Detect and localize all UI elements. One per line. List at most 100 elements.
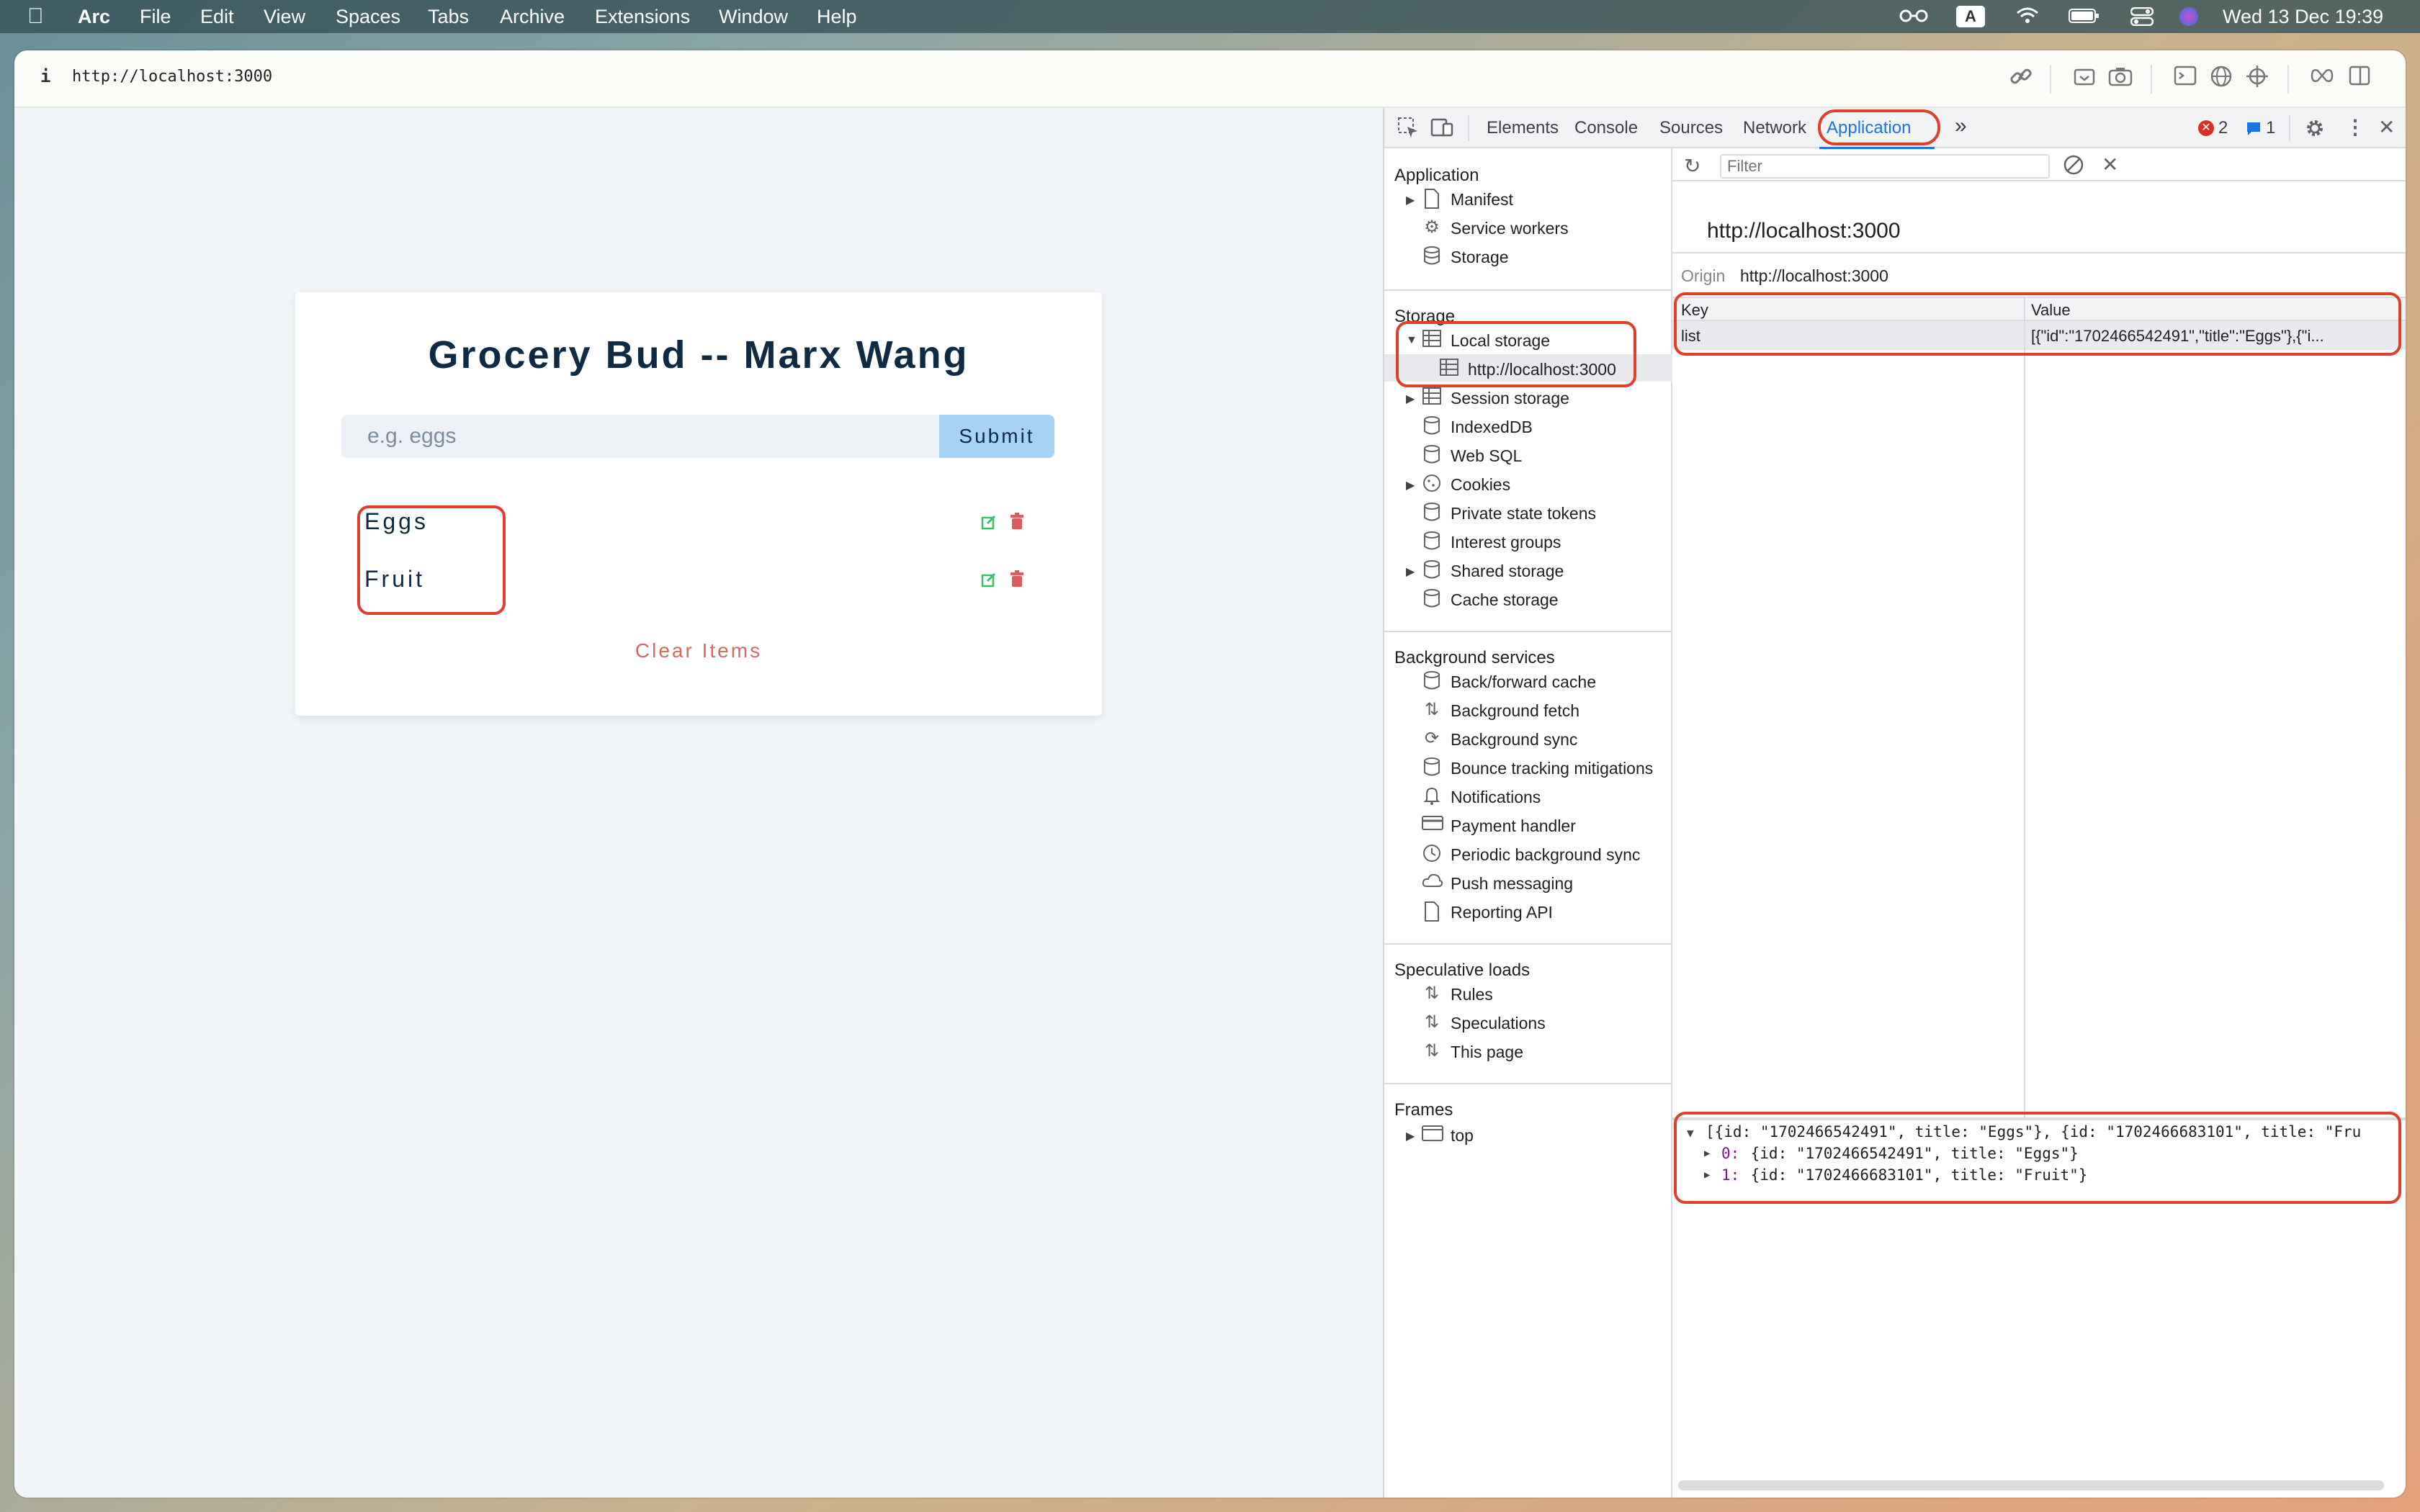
inspect-element-icon[interactable] xyxy=(1397,117,1419,143)
device-toolbar-icon[interactable] xyxy=(1430,117,1453,143)
up-down-arrows-icon: ⇅ xyxy=(1424,1012,1440,1032)
control-center-icon[interactable] xyxy=(2130,6,2154,31)
table-icon xyxy=(1422,387,1442,408)
sidebar-item-session-storage[interactable]: Session storage xyxy=(1451,389,1569,408)
trash-icon[interactable] xyxy=(1010,513,1026,530)
annotation-highlight-table xyxy=(1674,292,2401,356)
site-info-icon[interactable]: i xyxy=(40,66,50,86)
menu-help[interactable]: Help xyxy=(817,6,857,28)
menu-tabs[interactable]: Tabs xyxy=(428,6,469,28)
siri-icon[interactable] xyxy=(2179,7,2198,26)
sidebar-item-reporting-api[interactable]: Reporting API xyxy=(1451,903,1553,922)
tab-network[interactable]: Network xyxy=(1743,118,1806,138)
sidebar-item-manifest[interactable]: Manifest xyxy=(1451,190,1513,210)
link-icon[interactable] xyxy=(2007,65,2035,94)
error-icon[interactable]: ✕ xyxy=(2198,120,2214,136)
expand-triangle-icon[interactable]: ▶ xyxy=(1406,478,1415,492)
capture-icon[interactable] xyxy=(2070,65,2099,94)
url-bar[interactable]: i http://localhost:3000 xyxy=(14,50,2406,108)
sidebar-item-web-sql[interactable]: Web SQL xyxy=(1451,446,1522,466)
horizontal-scrollbar[interactable] xyxy=(1678,1480,2384,1490)
sidebar-item-notifications[interactable]: Notifications xyxy=(1451,788,1541,807)
expand-triangle-icon[interactable]: ▶ xyxy=(1406,564,1415,579)
clock[interactable]: Wed 13 Dec 19:39 xyxy=(2223,6,2383,28)
bell-icon xyxy=(1422,786,1442,806)
sidebar-item-private-state-tokens[interactable]: Private state tokens xyxy=(1451,504,1596,523)
annotation-highlight-preview xyxy=(1674,1112,2401,1204)
local-storage-pane: ↻ ✕ http://localhost:3000 Origin http://… xyxy=(1672,148,2406,1498)
sidebar-item-shared-storage[interactable]: Shared storage xyxy=(1451,562,1564,581)
sidebar-item-payment-handler[interactable]: Payment handler xyxy=(1451,816,1576,836)
section-application: Application xyxy=(1394,166,1479,185)
database-icon xyxy=(1422,445,1442,465)
url-text[interactable]: http://localhost:3000 xyxy=(72,68,272,86)
menu-file[interactable]: File xyxy=(140,6,171,28)
menu-window[interactable]: Window xyxy=(719,6,788,28)
macos-menubar:  Arc File Edit View Spaces Tabs Archive… xyxy=(0,0,2420,33)
more-tabs-icon[interactable]: » xyxy=(1955,114,1967,138)
close-devtools-icon[interactable]: ✕ xyxy=(2378,115,2395,139)
menu-view[interactable]: View xyxy=(264,6,305,28)
grocery-input[interactable] xyxy=(341,415,939,458)
section-divider xyxy=(1384,1083,1672,1084)
menu-app-name[interactable]: Arc xyxy=(78,6,110,28)
edit-icon[interactable] xyxy=(981,514,998,531)
tab-console[interactable]: Console xyxy=(1574,118,1638,138)
message-icon[interactable] xyxy=(2246,121,2262,141)
sidebar-item-periodic-sync[interactable]: Periodic background sync xyxy=(1451,845,1640,865)
database-icon xyxy=(1422,560,1442,580)
terminal-icon[interactable] xyxy=(2171,65,2200,94)
annotation-highlight-local-storage xyxy=(1396,321,1636,387)
sidebar-item-interest-groups[interactable]: Interest groups xyxy=(1451,533,1561,552)
clear-all-icon[interactable] xyxy=(2063,154,2084,176)
battery-icon[interactable] xyxy=(2069,7,2100,30)
trash-icon[interactable] xyxy=(1010,570,1026,588)
kebab-menu-icon[interactable]: ⋮ xyxy=(2345,115,2365,139)
database-icon xyxy=(1422,671,1442,691)
menu-edit[interactable]: Edit xyxy=(200,6,234,28)
expand-triangle-icon[interactable]: ▶ xyxy=(1406,1129,1415,1143)
edit-icon[interactable] xyxy=(981,572,998,589)
sidebar-item-back-forward-cache[interactable]: Back/forward cache xyxy=(1451,672,1596,692)
tab-elements[interactable]: Elements xyxy=(1487,118,1559,138)
keyboard-input-icon[interactable]: A xyxy=(1956,6,1985,27)
globe-icon[interactable] xyxy=(2207,65,2236,94)
sidebar-item-cache-storage[interactable]: Cache storage xyxy=(1451,590,1559,610)
sidebar-item-cookies[interactable]: Cookies xyxy=(1451,475,1510,495)
tab-divider xyxy=(1468,115,1469,141)
submit-button[interactable]: Submit xyxy=(939,415,1054,458)
sidebar-item-background-sync[interactable]: Background sync xyxy=(1451,730,1577,750)
camera-icon[interactable] xyxy=(2106,65,2135,94)
sidebar-item-background-fetch[interactable]: Background fetch xyxy=(1451,701,1579,721)
sidebar-item-indexeddb[interactable]: IndexedDB xyxy=(1451,418,1533,437)
clock-icon xyxy=(1422,844,1442,864)
delete-selected-icon[interactable]: ✕ xyxy=(2102,153,2118,176)
apple-icon[interactable]:  xyxy=(27,4,44,29)
settings-gear-icon[interactable] xyxy=(2303,117,2326,144)
sidebar-item-speculations[interactable]: Speculations xyxy=(1451,1014,1546,1033)
sidebar-item-rules[interactable]: Rules xyxy=(1451,985,1493,1004)
sidebar-item-top-frame[interactable]: top xyxy=(1451,1126,1474,1146)
sidebar-item-service-workers[interactable]: Service workers xyxy=(1451,219,1569,238)
wifi-icon[interactable] xyxy=(2015,4,2040,31)
filter-input[interactable] xyxy=(1720,154,2050,179)
expand-triangle-icon[interactable]: ▶ xyxy=(1406,193,1415,207)
tab-sources[interactable]: Sources xyxy=(1659,118,1723,138)
crosshair-icon[interactable] xyxy=(2243,65,2272,94)
menu-extensions[interactable]: Extensions xyxy=(595,6,690,28)
sidebar-item-push-messaging[interactable]: Push messaging xyxy=(1451,874,1573,894)
sidebar-item-bounce-tracking[interactable]: Bounce tracking mitigations xyxy=(1451,759,1653,778)
refresh-icon[interactable]: ↻ xyxy=(1684,154,1700,178)
sidebar-item-storage[interactable]: Storage xyxy=(1451,248,1509,267)
error-count[interactable]: 2 xyxy=(2218,118,2228,138)
menu-archive[interactable]: Archive xyxy=(500,6,565,28)
expand-triangle-icon[interactable]: ▶ xyxy=(1406,392,1415,406)
menu-spaces[interactable]: Spaces xyxy=(336,6,400,28)
extensions-icon[interactable] xyxy=(2308,65,2336,94)
glasses-icon[interactable] xyxy=(1899,7,1929,30)
sidebar-item-this-page[interactable]: This page xyxy=(1451,1043,1523,1062)
up-down-arrows-icon: ⇅ xyxy=(1424,984,1440,1003)
message-count[interactable]: 1 xyxy=(2266,118,2275,138)
clear-items-button[interactable]: Clear Items xyxy=(295,639,1102,662)
sidebar-toggle-icon[interactable] xyxy=(2345,65,2374,94)
